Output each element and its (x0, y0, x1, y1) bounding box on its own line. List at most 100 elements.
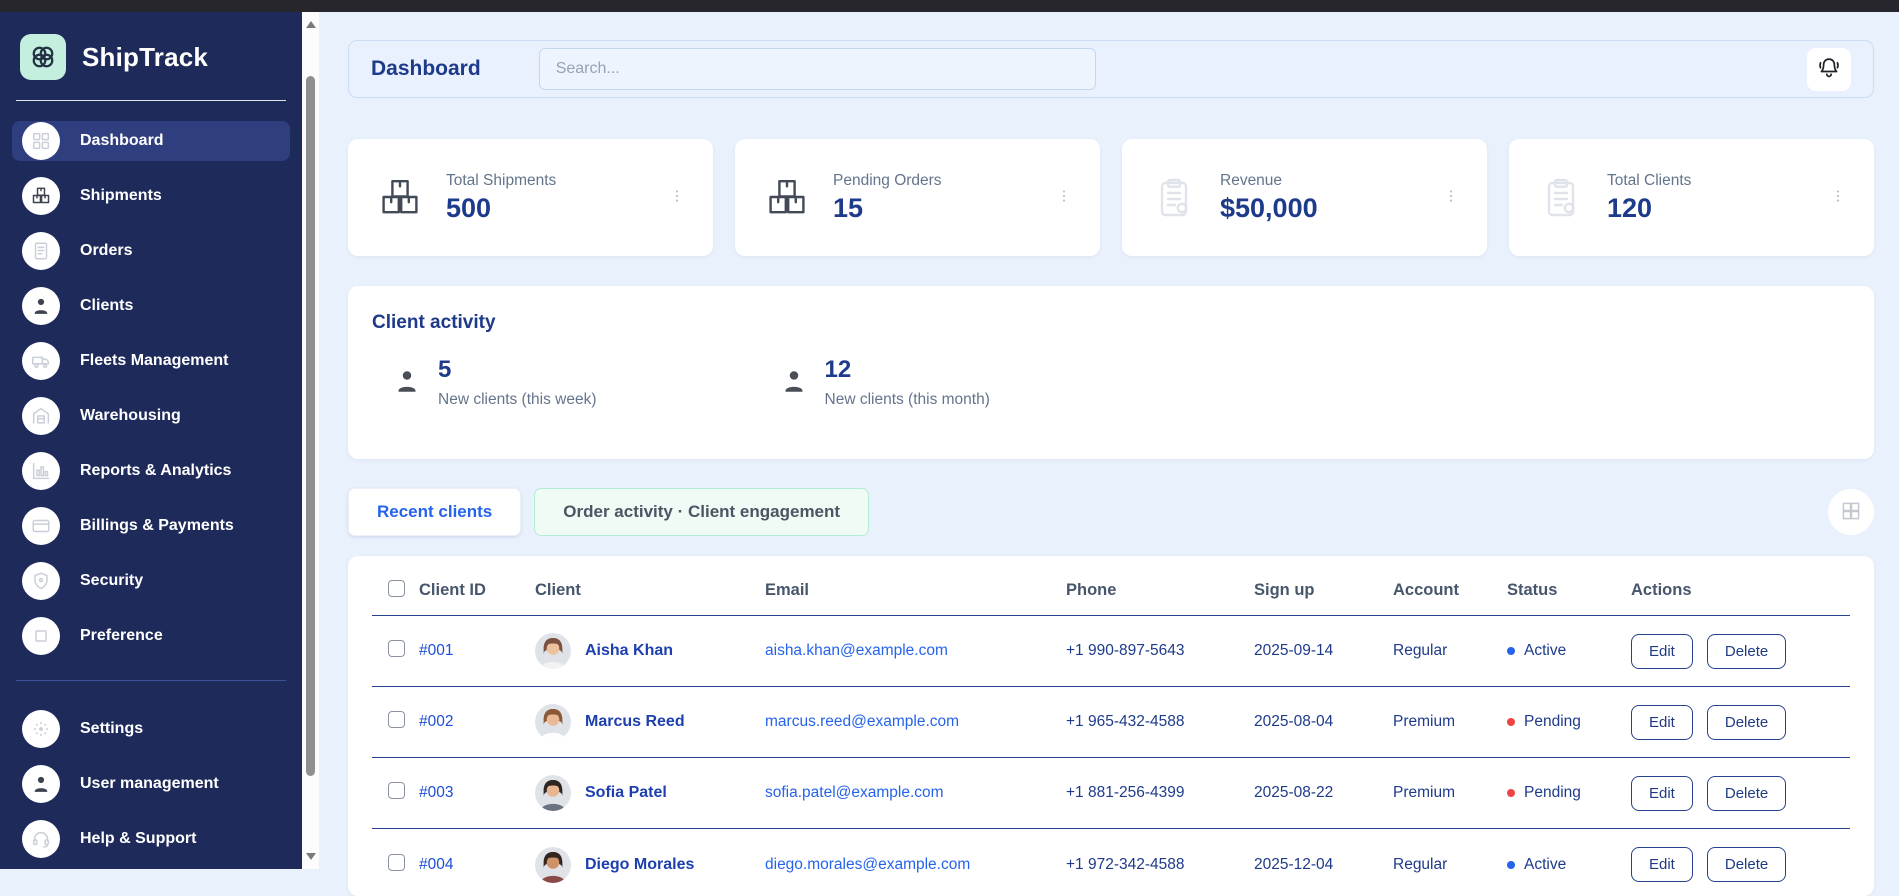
sidebar-item-user-management[interactable]: User management (12, 764, 290, 804)
sidebar-item-orders[interactable]: Orders (12, 231, 290, 271)
activity-metric: 5New clients (this week) (392, 356, 597, 409)
sidebar-item-shipments[interactable]: Shipments (12, 176, 290, 216)
client-email: diego.morales@example.com (765, 856, 1066, 874)
packages-icon (374, 174, 426, 222)
sidebar-item-clients[interactable]: Clients (12, 286, 290, 326)
edit-button[interactable]: Edit (1631, 847, 1693, 882)
warehouse-icon (22, 397, 60, 435)
edit-button[interactable]: Edit (1631, 705, 1693, 740)
sidebar-item-preference[interactable]: Preference (12, 616, 290, 656)
person-icon (22, 765, 60, 803)
delete-button[interactable]: Delete (1707, 634, 1786, 669)
delete-button[interactable]: Delete (1707, 776, 1786, 811)
scrollbar-down-arrow-icon[interactable] (306, 853, 316, 860)
row-checkbox[interactable] (388, 711, 405, 728)
delete-button[interactable]: Delete (1707, 705, 1786, 740)
chart-icon (22, 452, 60, 490)
shiptrack-logo-icon (20, 34, 66, 80)
scrollbar-thumb[interactable] (306, 76, 315, 776)
stat-value: 15 (833, 193, 942, 224)
brand: ShipTrack (20, 30, 282, 84)
clipboard-icon (1535, 174, 1587, 222)
sidebar-item-reports-analytics[interactable]: Reports & Analytics (12, 451, 290, 491)
header-bar: Dashboard (348, 40, 1874, 98)
client-signup-date: 2025-12-04 (1254, 856, 1393, 874)
sidebar-item-security[interactable]: Security (12, 561, 290, 601)
client-activity-title: Client activity (372, 312, 1850, 334)
activity-metric: 12New clients (this month) (779, 356, 990, 409)
bell-icon (1816, 55, 1842, 84)
status-dot-icon (1507, 861, 1515, 869)
table-row: #003Sofia Patelsofia.patel@example.com+1… (372, 758, 1850, 829)
stat-label: Total Shipments (446, 172, 556, 190)
sidebar-item-warehousing[interactable]: Warehousing (12, 396, 290, 436)
client-name: Aisha Khan (585, 642, 673, 660)
status-label: Active (1524, 856, 1566, 874)
column-header-status: Status (1507, 581, 1631, 600)
notifications-button[interactable] (1807, 48, 1851, 91)
scrollbar-up-arrow-icon[interactable] (306, 21, 316, 28)
column-header-sign-up: Sign up (1254, 581, 1393, 600)
sidebar-item-settings[interactable]: Settings (12, 709, 290, 749)
stat-kebab-menu-icon[interactable] (663, 182, 691, 213)
status-dot-icon (1507, 647, 1515, 655)
brand-name: ShipTrack (82, 42, 208, 73)
sidebar-item-dashboard[interactable]: Dashboard (12, 121, 290, 161)
tab-order-activity-client-engageme[interactable]: Order activity · Client engagement (534, 488, 869, 536)
column-header-account: Account (1393, 581, 1507, 600)
square-icon (22, 617, 60, 655)
sidebar-item-fleets-management[interactable]: Fleets Management (12, 341, 290, 381)
stat-kebab-menu-icon[interactable] (1437, 182, 1465, 213)
avatar (535, 633, 571, 669)
avatar (535, 847, 571, 883)
tab-recent-clients[interactable]: Recent clients (348, 488, 521, 536)
sidebar-nav-main: DashboardShipmentsOrdersClientsFleets Ma… (20, 121, 282, 656)
layout-grid-button[interactable] (1828, 489, 1874, 535)
status-badge: Active (1507, 642, 1631, 660)
packages-icon (761, 174, 813, 222)
grid-icon (22, 122, 60, 160)
search-input[interactable] (539, 48, 1096, 90)
client-activity-metrics: 5New clients (this week) 12New clients (t… (372, 356, 1850, 409)
client-name: Sofia Patel (585, 784, 667, 802)
metric-value: 12 (825, 356, 990, 384)
client-signup-date: 2025-09-14 (1254, 642, 1393, 660)
client-name: Marcus Reed (585, 713, 685, 731)
stat-kebab-menu-icon[interactable] (1050, 182, 1078, 213)
packages-icon (22, 177, 60, 215)
status-dot-icon (1507, 718, 1515, 726)
stat-card-total-shipments: Total Shipments500 (348, 139, 713, 256)
table-body: #001Aisha Khanaisha.khan@example.com+1 9… (372, 616, 1850, 896)
sidebar: ShipTrack DashboardShipmentsOrdersClient… (0, 12, 302, 869)
row-checkbox[interactable] (388, 640, 405, 657)
main-content: Dashboard Total Shipments500Pending Orde… (319, 12, 1899, 869)
avatar (535, 775, 571, 811)
tabs-row: Recent clients Order activity · Client en… (348, 488, 1874, 536)
select-all-checkbox[interactable] (388, 580, 405, 597)
sidebar-scrollbar[interactable] (302, 12, 319, 869)
row-checkbox[interactable] (388, 854, 405, 871)
delete-button[interactable]: Delete (1707, 847, 1786, 882)
sidebar-item-billings-payments[interactable]: Billings & Payments (12, 506, 290, 546)
stat-kebab-menu-icon[interactable] (1824, 182, 1852, 213)
row-checkbox[interactable] (388, 782, 405, 799)
client-id: #001 (419, 642, 535, 660)
status-label: Pending (1524, 784, 1581, 802)
client-email: marcus.reed@example.com (765, 713, 1066, 731)
client-activity-card: Client activity 5New clients (this week)… (348, 286, 1874, 459)
edit-button[interactable]: Edit (1631, 634, 1693, 669)
client-email: aisha.khan@example.com (765, 642, 1066, 660)
client-name: Diego Morales (585, 856, 694, 874)
table-row: #004Diego Moralesdiego.morales@example.c… (372, 829, 1850, 896)
clipboard-icon (1148, 174, 1200, 222)
page-title: Dashboard (371, 57, 481, 81)
avatar (535, 704, 571, 740)
client-account-type: Premium (1393, 713, 1507, 731)
status-dot-icon (1507, 789, 1515, 797)
client-id: #003 (419, 784, 535, 802)
stats-row: Total Shipments500Pending Orders15Revenu… (348, 139, 1874, 256)
client-account-type: Regular (1393, 642, 1507, 660)
client-account-type: Regular (1393, 856, 1507, 874)
sidebar-item-help-support[interactable]: Help & Support (12, 819, 290, 859)
edit-button[interactable]: Edit (1631, 776, 1693, 811)
